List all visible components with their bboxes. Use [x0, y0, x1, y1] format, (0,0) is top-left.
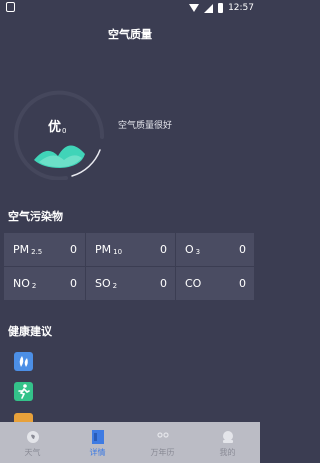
tab-profile[interactable]: 我的: [195, 422, 260, 463]
status-bar: 12:57: [0, 0, 260, 16]
pollutant-pm25: PM 2.5 0: [4, 233, 85, 266]
tab-label-details: 详情: [89, 448, 106, 457]
mask-icon[interactable]: [14, 413, 33, 422]
tab-label-weather: 天气: [24, 448, 41, 457]
pollutant-no2: NO 2 0: [4, 267, 85, 300]
aqi-value: 0: [62, 127, 67, 135]
tab-details[interactable]: 详情: [65, 422, 130, 463]
aqi-description: 空气质量很好: [118, 121, 173, 131]
profile-icon: [222, 431, 233, 443]
aqi-level: 优0: [48, 120, 67, 135]
tab-label-profile: 我的: [219, 448, 236, 457]
weather-icon: [26, 431, 39, 443]
pollutant-table: PM 2.5 0 PM 10 0 O30 NO 2 0 SO 2 0 CO 0: [4, 233, 254, 300]
bottom-nav: 天气 详情 万年历 我的: [0, 422, 260, 463]
pollutant-o3: O30: [176, 233, 254, 266]
tab-calendar[interactable]: 万年历: [130, 422, 195, 463]
app-icon: [6, 2, 15, 12]
details-icon: [91, 430, 104, 444]
aqi-gauge: [14, 90, 104, 180]
signal-icon: [204, 3, 214, 13]
calendar-icon: [156, 432, 169, 438]
pollutant-co: CO 0: [176, 267, 254, 300]
pollutant-pm10: PM 10 0: [86, 233, 175, 266]
pollutant-so2: SO 2 0: [86, 267, 175, 300]
tab-weather[interactable]: 天气: [0, 422, 65, 463]
wifi-icon: [189, 4, 200, 12]
running-icon[interactable]: [14, 382, 33, 401]
health-title: 健康建议: [8, 325, 52, 338]
page-title: 空气质量: [108, 28, 152, 41]
pollutants-title: 空气污染物: [8, 210, 63, 223]
battery-icon: [218, 3, 224, 13]
tab-label-calendar: 万年历: [150, 448, 175, 457]
leaf-icon[interactable]: [14, 352, 33, 371]
status-time: 12:57: [228, 3, 254, 13]
